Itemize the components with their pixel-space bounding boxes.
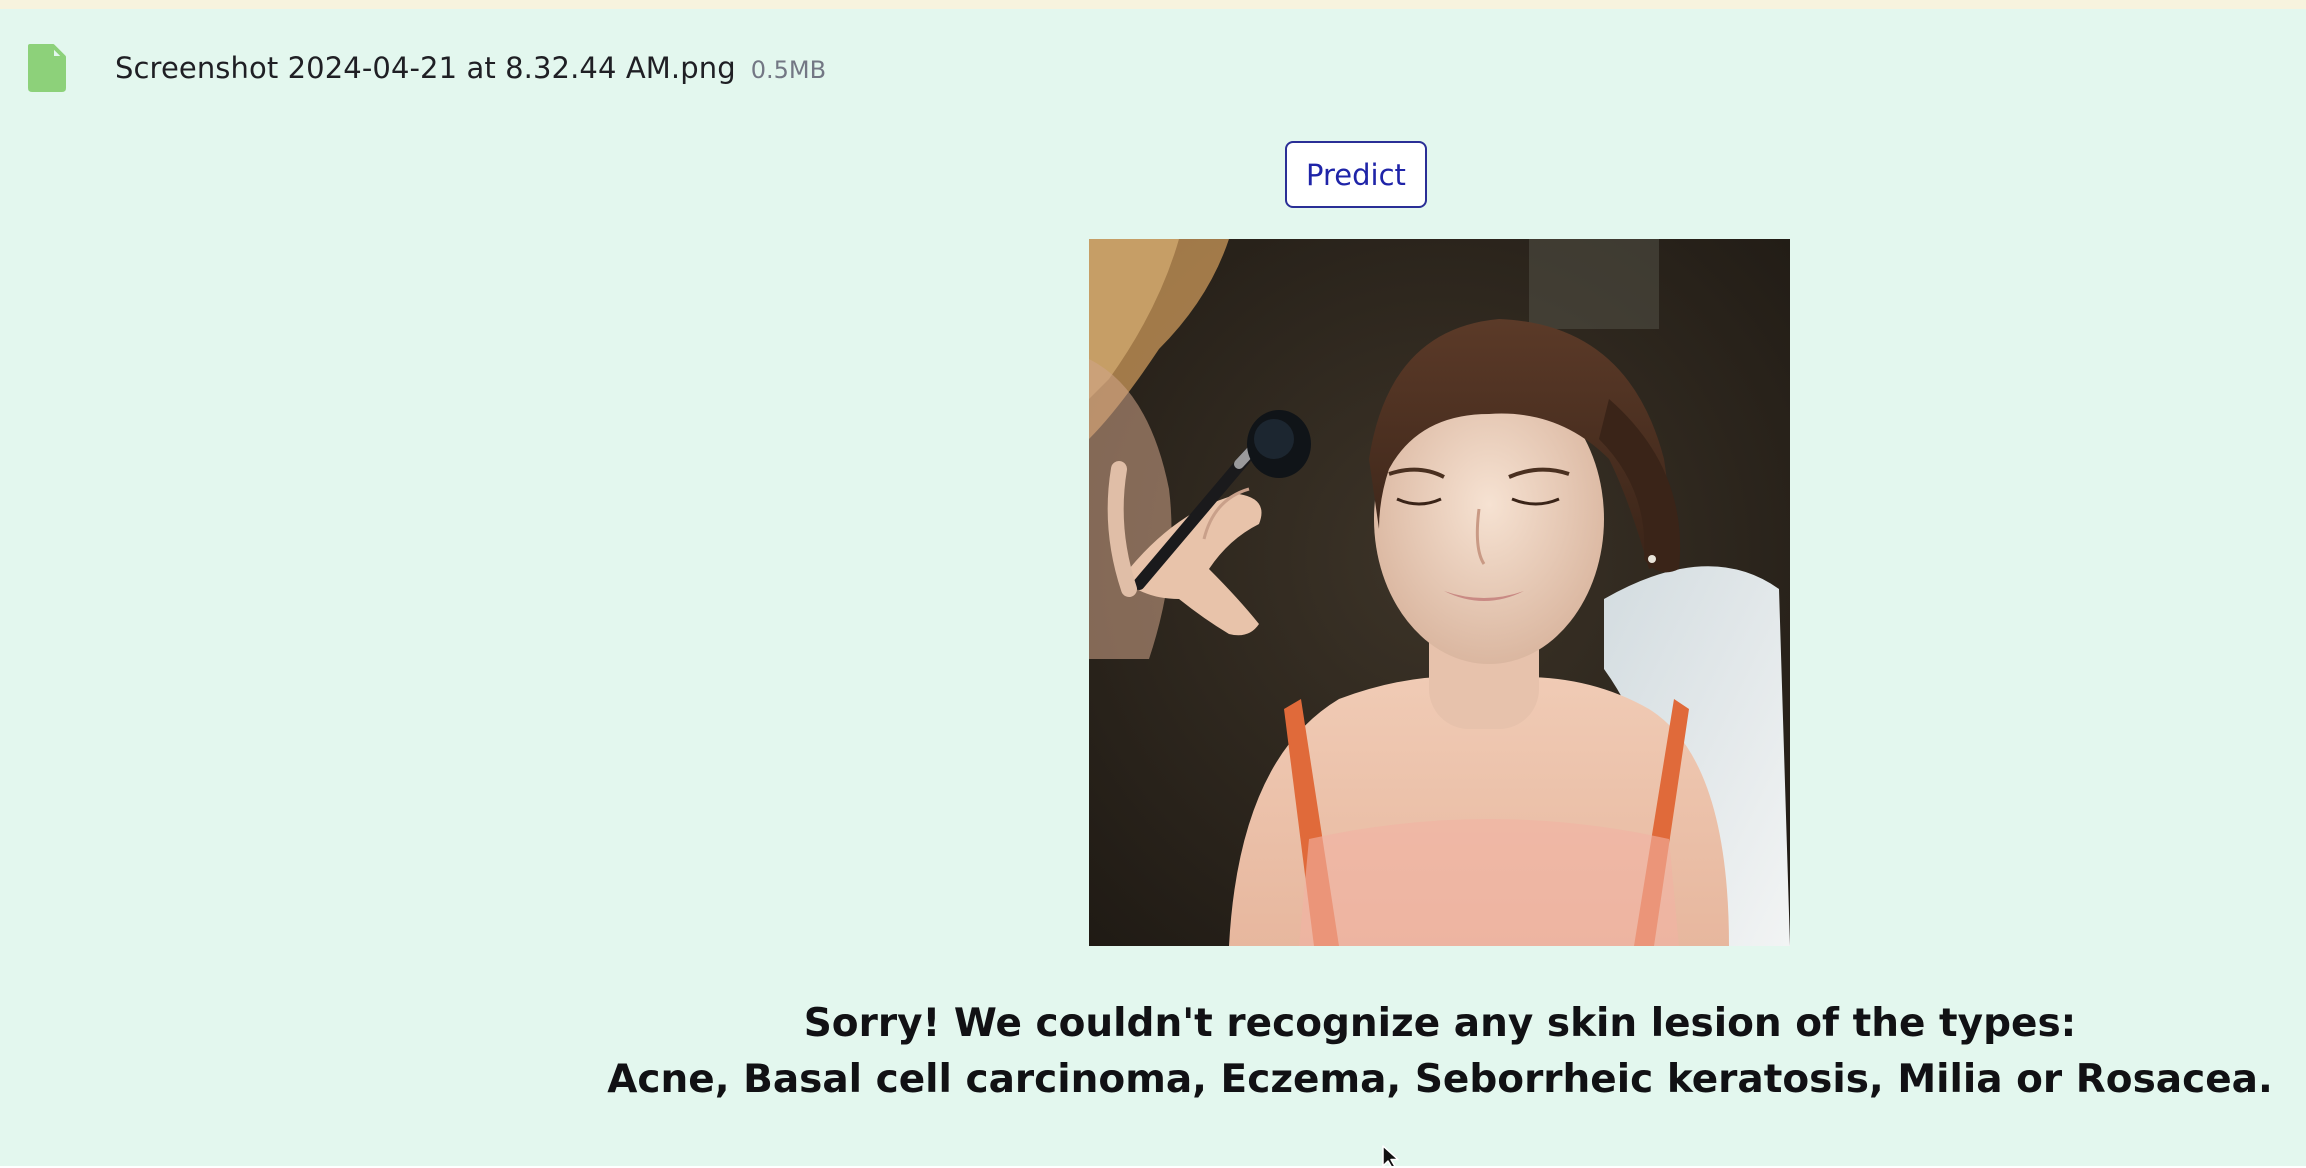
result-line-1: Sorry! We couldn't recognize any skin le…	[803, 1001, 2077, 1046]
uploaded-file-name: Screenshot 2024-04-21 at 8.32.44 AM.png	[115, 51, 736, 85]
predict-button[interactable]: Predict	[1285, 141, 1427, 208]
result-line-2: Acne, Basal cell carcinoma, Eczema, Sebo…	[607, 1057, 2273, 1102]
uploaded-file-row: Screenshot 2024-04-21 at 8.32.44 AM.png …	[27, 43, 826, 93]
mouse-cursor-icon	[1382, 1145, 1399, 1168]
top-decoration-strip	[0, 0, 2306, 9]
result-message: Sorry! We couldn't recognize any skin le…	[540, 996, 2306, 1108]
uploaded-photo	[1089, 239, 1790, 946]
uploaded-file-size: 0.5MB	[750, 56, 827, 84]
file-icon	[28, 44, 66, 92]
